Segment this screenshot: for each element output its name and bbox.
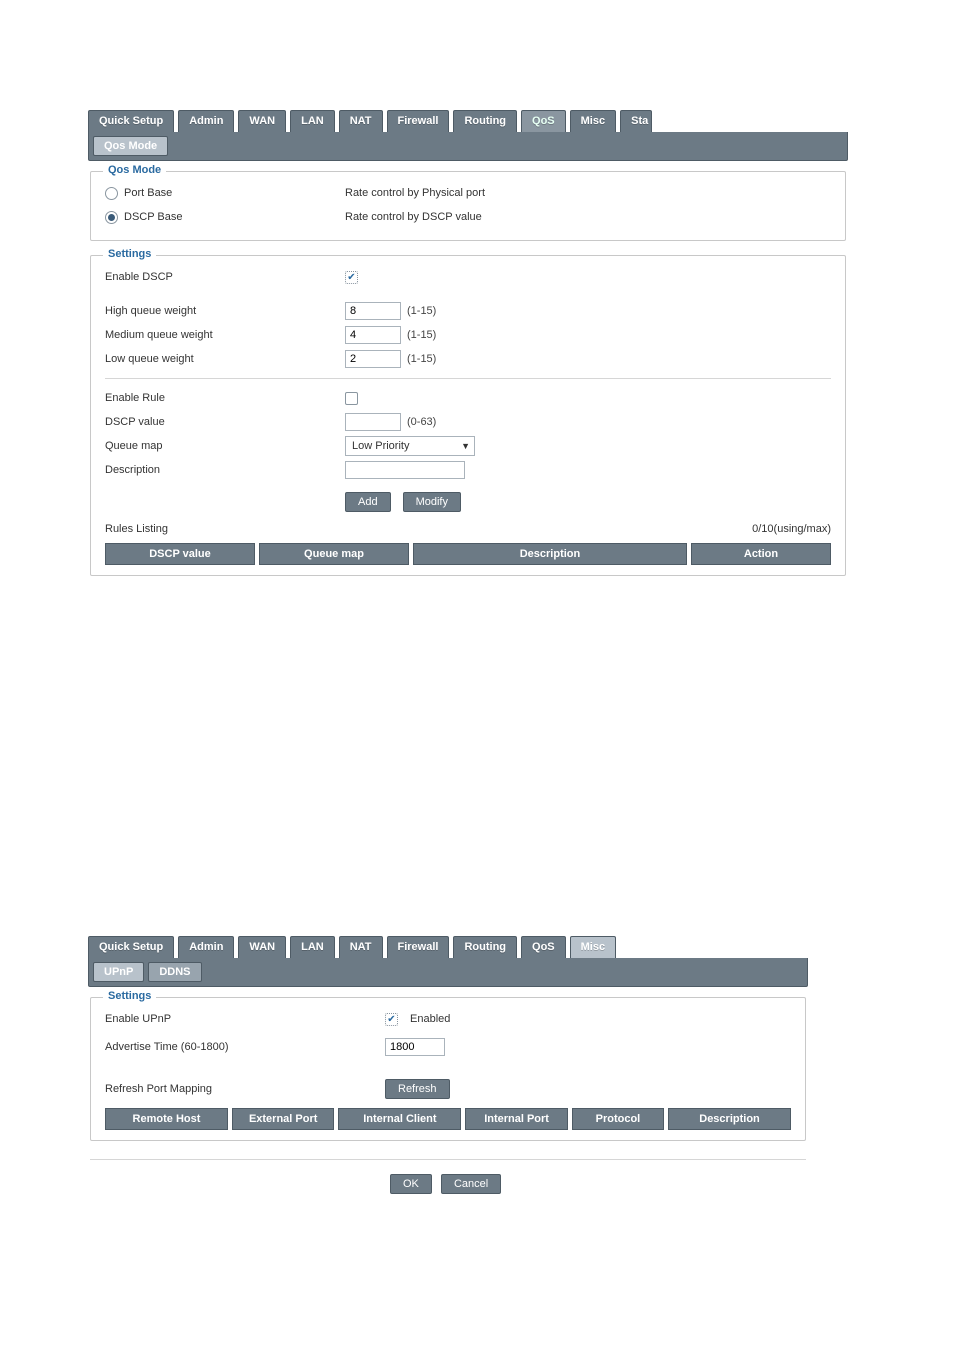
high-weight-hint: (1-15) — [407, 305, 436, 317]
qos-sub-tabs: Qos Mode — [88, 132, 848, 161]
th-description-2: Description — [668, 1108, 791, 1130]
tab-routing-2[interactable]: Routing — [453, 936, 517, 958]
tab-qos-2[interactable]: QoS — [521, 936, 566, 958]
advertise-time-input[interactable] — [385, 1038, 445, 1056]
ok-button[interactable]: OK — [390, 1174, 432, 1194]
subtab-qos-mode[interactable]: Qos Mode — [93, 136, 168, 156]
dscp-value-input[interactable] — [345, 413, 401, 431]
low-weight-label: Low queue weight — [105, 353, 345, 365]
tab-admin-2[interactable]: Admin — [178, 936, 234, 958]
action-bar: OK Cancel — [90, 1159, 806, 1194]
dscp-base-desc: Rate control by DSCP value — [345, 211, 482, 223]
tab-wan[interactable]: WAN — [238, 110, 286, 132]
medium-weight-hint: (1-15) — [407, 329, 436, 341]
tab-quick-setup-2[interactable]: Quick Setup — [88, 936, 174, 958]
dscp-value-hint: (0-63) — [407, 416, 436, 428]
tab-nat[interactable]: NAT — [339, 110, 383, 132]
radio-dscp-base-label: DSCP Base — [124, 211, 183, 223]
tab-quick-setup[interactable]: Quick Setup — [88, 110, 174, 132]
queue-map-label: Queue map — [105, 440, 345, 452]
tab-firewall-2[interactable]: Firewall — [387, 936, 450, 958]
refresh-button[interactable]: Refresh — [385, 1079, 450, 1099]
th-action: Action — [691, 543, 831, 565]
medium-weight-label: Medium queue weight — [105, 329, 345, 341]
cancel-button[interactable]: Cancel — [441, 1174, 501, 1194]
tab-admin[interactable]: Admin — [178, 110, 234, 132]
tab-wan-2[interactable]: WAN — [238, 936, 286, 958]
enable-upnp-checkbox[interactable] — [385, 1013, 398, 1026]
th-internal-port: Internal Port — [465, 1108, 567, 1130]
tab-misc-2[interactable]: Misc — [570, 936, 616, 958]
th-internal-client: Internal Client — [338, 1108, 461, 1130]
th-dscp-value: DSCP value — [105, 543, 255, 565]
radio-dscp-base[interactable] — [105, 211, 118, 224]
description-label: Description — [105, 464, 345, 476]
low-weight-input[interactable] — [345, 350, 401, 368]
legend-upnp-settings: Settings — [103, 990, 156, 1002]
enable-rule-checkbox[interactable] — [345, 392, 358, 405]
th-protocol: Protocol — [572, 1108, 664, 1130]
group-settings: Settings Enable DSCP High queue weight (… — [90, 255, 846, 576]
tab-status-truncated[interactable]: Sta — [620, 110, 652, 132]
group-qos-mode: Qos Mode Port Base Rate control by Physi… — [90, 171, 846, 241]
queue-map-select[interactable]: Low Priority ▼ — [345, 436, 475, 456]
legend-qos-mode: Qos Mode — [103, 164, 166, 176]
high-weight-input[interactable] — [345, 302, 401, 320]
medium-weight-input[interactable] — [345, 326, 401, 344]
enable-upnp-checkbox-label: Enabled — [410, 1013, 450, 1025]
add-button[interactable]: Add — [345, 492, 391, 512]
tab-routing[interactable]: Routing — [453, 110, 517, 132]
th-external-port: External Port — [232, 1108, 334, 1130]
rules-count: 0/10(using/max) — [752, 523, 831, 535]
tab-lan[interactable]: LAN — [290, 110, 335, 132]
tab-qos[interactable]: QoS — [521, 110, 566, 132]
misc-sub-tabs: UPnP DDNS — [88, 958, 808, 987]
enable-rule-label: Enable Rule — [105, 392, 345, 404]
queue-map-selected: Low Priority — [352, 440, 409, 452]
tab-misc[interactable]: Misc — [570, 110, 616, 132]
port-base-desc: Rate control by Physical port — [345, 187, 485, 199]
rules-listing-label: Rules Listing — [105, 523, 168, 535]
group-upnp-settings: Settings Enable UPnP Enabled Advertise T… — [90, 997, 806, 1141]
radio-port-base[interactable] — [105, 187, 118, 200]
subtab-ddns[interactable]: DDNS — [148, 962, 201, 982]
th-description: Description — [413, 543, 687, 565]
subtab-upnp[interactable]: UPnP — [93, 962, 144, 982]
enable-upnp-label: Enable UPnP — [105, 1013, 385, 1025]
tab-lan-2[interactable]: LAN — [290, 936, 335, 958]
modify-button[interactable]: Modify — [403, 492, 461, 512]
description-input[interactable] — [345, 461, 465, 479]
radio-port-base-label: Port Base — [124, 187, 172, 199]
tab-firewall[interactable]: Firewall — [387, 110, 450, 132]
rules-table: DSCP value Queue map Description Action — [105, 543, 831, 565]
legend-settings: Settings — [103, 248, 156, 260]
high-weight-label: High queue weight — [105, 305, 345, 317]
port-mapping-table: Remote Host External Port Internal Clien… — [105, 1108, 791, 1130]
low-weight-hint: (1-15) — [407, 353, 436, 365]
misc-main-tabs: Quick Setup Admin WAN LAN NAT Firewall R… — [88, 936, 808, 958]
enable-dscp-label: Enable DSCP — [105, 271, 345, 283]
chevron-down-icon: ▼ — [461, 441, 470, 451]
advertise-time-label: Advertise Time (60-1800) — [105, 1041, 385, 1053]
qos-main-tabs: Quick Setup Admin WAN LAN NAT Firewall R… — [88, 110, 848, 132]
th-queue-map: Queue map — [259, 543, 409, 565]
th-remote-host: Remote Host — [105, 1108, 228, 1130]
refresh-port-mapping-label: Refresh Port Mapping — [105, 1083, 385, 1095]
tab-nat-2[interactable]: NAT — [339, 936, 383, 958]
dscp-value-label: DSCP value — [105, 416, 345, 428]
enable-dscp-checkbox[interactable] — [345, 271, 358, 284]
